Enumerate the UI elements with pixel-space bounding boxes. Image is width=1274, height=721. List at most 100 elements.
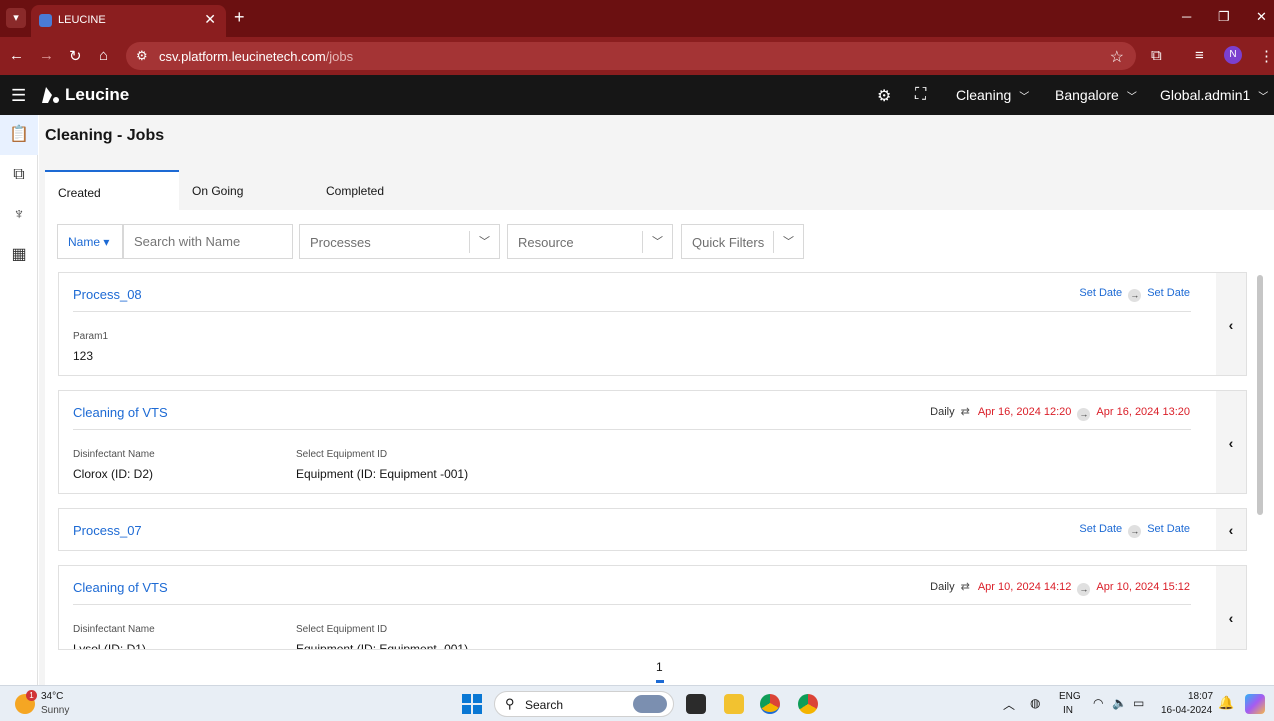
clock-time[interactable]: 18:07 (1188, 691, 1213, 702)
expand-chevron-left-icon[interactable]: ‹ (1216, 273, 1246, 375)
job-start-date[interactable]: Set Date (1079, 523, 1122, 535)
settings-gear-icon[interactable]: ⚙ (877, 86, 891, 106)
job-card[interactable]: Process_08 Set Date → Set Date Param1 123 … (58, 272, 1247, 376)
search-input[interactable] (123, 224, 293, 259)
processes-dropdown[interactable]: Processes ﹀ (299, 224, 500, 259)
weather-description[interactable]: Sunny (41, 705, 69, 716)
module-selector[interactable]: Cleaning ﹀ (956, 87, 1029, 103)
param-value: Equipment (ID: Equipment -001) (296, 467, 469, 481)
reload-icon[interactable]: ↻ (69, 47, 82, 65)
tab-search-icon[interactable]: ▾ (6, 8, 26, 28)
tray-chevron-up-icon[interactable]: ︿ (1003, 696, 1015, 713)
job-start-date[interactable]: Apr 10, 2024 14:12 (978, 581, 1072, 593)
left-navigation: 📋 ⧉ ♆ ▦ (0, 115, 38, 685)
job-title[interactable]: Process_07 (73, 523, 142, 538)
forward-icon[interactable]: → (39, 47, 54, 64)
quick-filters-dropdown[interactable]: Quick Filters ﹀ (681, 224, 804, 259)
close-tab-icon[interactable]: ✕ (204, 11, 216, 28)
search-icon: ⚲ (505, 696, 515, 711)
job-card[interactable]: Process_07 Set Date → Set Date ‹ (58, 508, 1247, 551)
search-highlight-icon (633, 695, 667, 713)
nav-jobs-clipboard-icon[interactable]: 📋 (0, 115, 38, 155)
divider (73, 311, 1191, 312)
job-card[interactable]: Cleaning of VTS Daily ⇄ Apr 16, 2024 12:20… (58, 390, 1247, 494)
chrome-icon[interactable] (760, 694, 780, 714)
leucine-favicon-icon (39, 14, 52, 27)
page-title: Cleaning - Jobs (45, 127, 165, 144)
clock-date[interactable]: 16-04-2024 (1161, 705, 1212, 716)
chrome-profile-icon[interactable] (798, 694, 818, 714)
hamburger-menu-icon[interactable]: ☰ (11, 86, 26, 106)
home-icon[interactable]: ⌂ (99, 47, 108, 64)
taskbar-search[interactable]: ⚲ Search (494, 691, 674, 717)
jobs-panel: Name ▾ Processes ﹀ Resource ﹀ Quick Filt… (45, 210, 1274, 685)
scan-icon[interactable]: ⛶ (915, 86, 926, 104)
language-code[interactable]: ENG (1059, 691, 1081, 702)
param-label: Param1 (73, 331, 109, 342)
browser-tab-bar: ▾ LEUCINE ✕ + ─ ❐ ✕ (0, 0, 1274, 37)
list-scrollbar[interactable] (1257, 275, 1263, 515)
job-card[interactable]: Cleaning of VTS Daily ⇄ Apr 10, 2024 14:12… (58, 565, 1247, 650)
speaker-muted-icon[interactable]: 🔈 (1112, 696, 1127, 710)
back-icon[interactable]: ← (9, 47, 24, 64)
user-menu[interactable]: Global.admin1 ﹀ (1160, 87, 1268, 103)
param-value: 123 (73, 349, 94, 363)
chevron-down-icon: ﹀ (642, 231, 672, 253)
file-explorer-icon[interactable] (724, 694, 744, 714)
param-label: Disinfectant Name (73, 449, 155, 460)
job-schedule: Set Date → Set Date (1079, 287, 1190, 302)
job-title[interactable]: Process_08 (73, 287, 142, 302)
expand-chevron-left-icon[interactable]: ‹ (1216, 509, 1246, 550)
close-window-icon[interactable]: ✕ (1256, 9, 1267, 25)
minimize-icon[interactable]: ─ (1182, 9, 1191, 24)
divider (73, 604, 1191, 605)
tab-created[interactable]: Created (45, 170, 179, 210)
job-start-date[interactable]: Apr 16, 2024 12:20 (978, 406, 1072, 418)
pagination-page[interactable]: 1 (656, 660, 663, 674)
job-start-date[interactable]: Set Date (1079, 287, 1122, 299)
notification-bell-icon[interactable]: 🔔 (1218, 695, 1234, 711)
job-end-date[interactable]: Set Date (1147, 523, 1190, 535)
job-title[interactable]: Cleaning of VTS (73, 580, 168, 595)
search-field-selector[interactable]: Name ▾ (57, 224, 123, 259)
tab-on-going[interactable]: On Going (179, 170, 313, 210)
arrow-right-icon: → (1128, 289, 1142, 302)
facility-selector[interactable]: Bangalore ﹀ (1055, 87, 1137, 103)
nav-reports-icon[interactable]: ▦ (0, 235, 38, 275)
nav-processes-icon[interactable]: ⧉ (0, 155, 38, 195)
windows-start-icon[interactable] (462, 694, 482, 714)
url-input[interactable]: ⚙ csv.platform.leucinetech.com/jobs ☆ (126, 42, 1136, 70)
language-region[interactable]: IN (1063, 705, 1073, 716)
chevron-down-icon: ﹀ (773, 231, 803, 253)
battery-icon[interactable]: ▭ (1133, 696, 1144, 710)
param-value: Clorox (ID: D2) (73, 467, 154, 481)
job-end-date[interactable]: Apr 10, 2024 15:12 (1096, 581, 1190, 593)
expand-chevron-left-icon[interactable]: ‹ (1216, 391, 1246, 493)
bookmark-star-icon[interactable]: ☆ (1110, 47, 1124, 67)
job-title[interactable]: Cleaning of VTS (73, 405, 168, 420)
nav-ontology-hierarchy-icon[interactable]: ♆ (0, 195, 38, 235)
param-label: Select Equipment ID (296, 624, 388, 635)
job-schedule: Set Date → Set Date (1079, 523, 1190, 538)
job-end-date[interactable]: Set Date (1147, 287, 1190, 299)
task-view-icon[interactable] (686, 694, 706, 714)
expand-chevron-left-icon[interactable]: ‹ (1216, 566, 1246, 649)
site-info-icon[interactable]: ⚙ (136, 48, 148, 64)
new-tab-icon[interactable]: + (234, 7, 245, 28)
browser-tab[interactable]: LEUCINE ✕ (31, 5, 226, 37)
job-schedule: Daily ⇄ Apr 10, 2024 14:12 → Apr 10, 2024 15… (930, 580, 1190, 596)
weather-temperature[interactable]: 34°C (41, 691, 63, 702)
browser-menu-icon[interactable]: ⋮ (1259, 47, 1274, 65)
resource-dropdown[interactable]: Resource ﹀ (507, 224, 673, 259)
maximize-icon[interactable]: ❐ (1218, 9, 1230, 25)
profile-avatar[interactable]: N (1224, 46, 1242, 64)
wifi-icon[interactable]: ◠ (1093, 696, 1103, 710)
repeat-icon: ⇄ (960, 406, 970, 418)
extensions-icon[interactable]: ⧉ (1151, 47, 1162, 64)
tray-network-status-icon[interactable]: ◍ (1030, 696, 1040, 710)
tab-completed[interactable]: Completed (313, 170, 447, 210)
copilot-icon[interactable] (1245, 694, 1265, 714)
media-control-icon[interactable]: ≡ (1195, 47, 1204, 64)
job-end-date[interactable]: Apr 16, 2024 13:20 (1096, 406, 1190, 418)
windows-taskbar: 1 34°C Sunny ⚲ Search ︿ ◍ ENG IN ◠ 🔈 ▭ 1… (0, 685, 1274, 721)
